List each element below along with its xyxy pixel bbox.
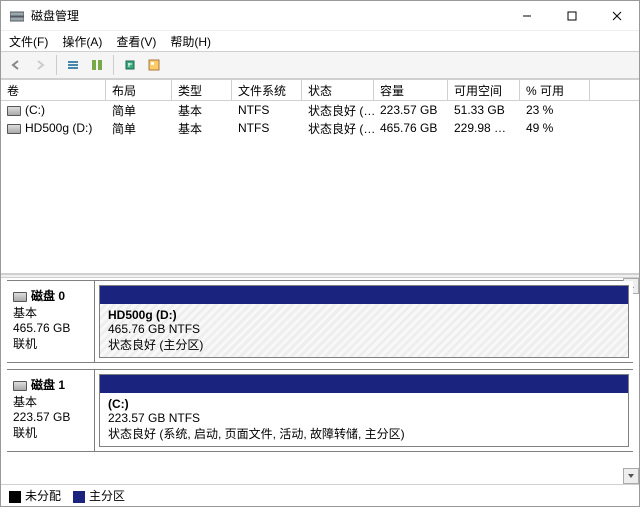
volume-row[interactable]: (C:) 简单 基本 NTFS 状态良好 (… 223.57 GB 51.33 … (1, 101, 639, 119)
close-button[interactable] (594, 1, 639, 31)
menubar: 文件(F) 操作(A) 查看(V) 帮助(H) (1, 31, 639, 51)
swatch-black (9, 491, 21, 503)
volume-row[interactable]: HD500g (D:) 简单 基本 NTFS 状态良好 (… 465.76 GB… (1, 119, 639, 137)
grid-body[interactable]: (C:) 简单 基本 NTFS 状态良好 (… 223.57 GB 51.33 … (1, 101, 639, 273)
vol-capacity: 465.76 GB (374, 121, 448, 135)
drive-icon (7, 106, 21, 116)
partition[interactable]: HD500g (D:) 465.76 GB NTFS 状态良好 (主分区) (99, 285, 629, 358)
disk-label: 磁盘 0 (31, 289, 65, 303)
minimize-button[interactable] (504, 1, 549, 31)
disk-type: 基本 (13, 393, 88, 410)
disk-size: 465.76 GB (13, 321, 88, 335)
disk-type: 基本 (13, 304, 88, 321)
view-list-button[interactable] (62, 54, 84, 76)
refresh-button[interactable] (119, 54, 141, 76)
disk-size: 223.57 GB (13, 410, 88, 424)
vol-name: HD500g (D:) (25, 121, 92, 135)
maximize-button[interactable] (549, 1, 594, 31)
menu-help[interactable]: 帮助(H) (170, 33, 211, 50)
drive-icon (7, 124, 21, 134)
vol-fs: NTFS (232, 103, 302, 117)
disk-row[interactable]: 磁盘 1 基本 223.57 GB 联机 (C:) 223.57 GB NTFS… (7, 369, 633, 452)
vol-name: (C:) (25, 103, 45, 117)
vol-free: 51.33 GB (448, 103, 520, 117)
part-size: 465.76 GB NTFS (108, 322, 620, 336)
col-free[interactable]: 可用空间 (448, 80, 520, 100)
vol-pctfree: 23 % (520, 103, 590, 117)
vol-layout: 简单 (106, 120, 172, 137)
titlebar: 磁盘管理 (1, 1, 639, 31)
vol-fs: NTFS (232, 121, 302, 135)
partition-area: (C:) 223.57 GB NTFS 状态良好 (系统, 启动, 页面文件, … (95, 370, 633, 451)
disk-state: 联机 (13, 424, 88, 441)
view-detail-button[interactable] (86, 54, 108, 76)
col-layout[interactable]: 布局 (106, 80, 172, 100)
part-name: (C:) (108, 397, 620, 411)
disk-row[interactable]: 磁盘 0 基本 465.76 GB 联机 HD500g (D:) 465.76 … (7, 280, 633, 363)
disk-icon: 磁盘 0 (13, 287, 88, 304)
separator (113, 55, 114, 75)
menu-view[interactable]: 查看(V) (116, 33, 156, 50)
scroll-down-button[interactable] (623, 468, 639, 484)
forward-button[interactable] (29, 54, 51, 76)
grid-header: 卷 布局 类型 文件系统 状态 容量 可用空间 % 可用 (1, 79, 639, 101)
partition-header (100, 375, 628, 393)
part-name: HD500g (D:) (108, 308, 620, 322)
volume-grid: 卷 布局 类型 文件系统 状态 容量 可用空间 % 可用 (C:) 简单 基本 … (1, 79, 639, 274)
vol-capacity: 223.57 GB (374, 103, 448, 117)
window-title: 磁盘管理 (31, 7, 504, 24)
col-pctfree[interactable]: % 可用 (520, 80, 590, 100)
swatch-blue (73, 491, 85, 503)
col-type[interactable]: 类型 (172, 80, 232, 100)
disk-state: 联机 (13, 335, 88, 352)
partition-header (100, 286, 628, 304)
vol-pctfree: 49 % (520, 121, 590, 135)
app-icon (9, 8, 25, 24)
toolbar (1, 51, 639, 79)
disk-info: 磁盘 1 基本 223.57 GB 联机 (7, 370, 95, 451)
vol-type: 基本 (172, 102, 232, 119)
col-fs[interactable]: 文件系统 (232, 80, 302, 100)
vol-status: 状态良好 (… (302, 102, 374, 119)
col-volume[interactable]: 卷 (1, 80, 106, 100)
menu-file[interactable]: 文件(F) (9, 33, 48, 50)
disk-panel[interactable]: 磁盘 0 基本 465.76 GB 联机 HD500g (D:) 465.76 … (1, 278, 639, 484)
vol-type: 基本 (172, 120, 232, 137)
part-status: 状态良好 (系统, 启动, 页面文件, 活动, 故障转储, 主分区) (108, 425, 620, 442)
disk-label: 磁盘 1 (31, 378, 65, 392)
menu-action[interactable]: 操作(A) (62, 33, 102, 50)
properties-button[interactable] (143, 54, 165, 76)
col-status[interactable]: 状态 (302, 80, 374, 100)
legend: 未分配 主分区 (1, 484, 639, 506)
vol-status: 状态良好 (… (302, 120, 374, 137)
window-buttons (504, 1, 639, 31)
back-button[interactable] (5, 54, 27, 76)
vol-layout: 简单 (106, 102, 172, 119)
col-capacity[interactable]: 容量 (374, 80, 448, 100)
separator (56, 55, 57, 75)
partition-area: HD500g (D:) 465.76 GB NTFS 状态良好 (主分区) (95, 281, 633, 362)
part-size: 223.57 GB NTFS (108, 411, 620, 425)
partition-body: HD500g (D:) 465.76 GB NTFS 状态良好 (主分区) (100, 304, 628, 357)
disk-info: 磁盘 0 基本 465.76 GB 联机 (7, 281, 95, 362)
disk-icon: 磁盘 1 (13, 376, 88, 393)
legend-unallocated: 未分配 (9, 487, 61, 504)
partition-body: (C:) 223.57 GB NTFS 状态良好 (系统, 启动, 页面文件, … (100, 393, 628, 446)
part-status: 状态良好 (主分区) (108, 336, 620, 353)
partition[interactable]: (C:) 223.57 GB NTFS 状态良好 (系统, 启动, 页面文件, … (99, 374, 629, 447)
legend-primary: 主分区 (73, 487, 125, 504)
vol-free: 229.98 … (448, 121, 520, 135)
